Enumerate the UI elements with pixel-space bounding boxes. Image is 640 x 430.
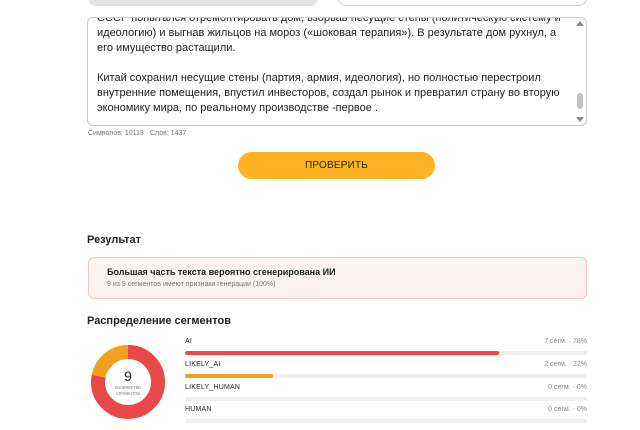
donut-total-caption: количество сегментов: [91, 385, 165, 397]
segment-row-likely-ai: LIKELY_AI 2 сегм. · 22%: [185, 361, 587, 378]
segment-count: 0 сегм. · 0%: [548, 384, 587, 391]
text-input-area[interactable]: СССР попытался отремонтировать дом, взор…: [87, 17, 587, 126]
mode-tab-right[interactable]: [338, 0, 587, 6]
donut-center-label: 9 количество сегментов: [91, 345, 165, 419]
segment-row-ai: AI 7 сегм. · 78%: [185, 338, 587, 355]
segment-bar-fill-likely-ai: [185, 374, 274, 378]
char-word-counter: Символов: 10113 · Слов: 1437: [88, 130, 187, 137]
segment-count: 2 сегм. · 22%: [544, 361, 587, 368]
result-verdict-box: Большая часть текста вероятно сгенериров…: [88, 257, 587, 299]
segment-count: 0 сегм. · 0%: [548, 406, 587, 413]
segment-label: LIKELY_HUMAN: [185, 384, 241, 391]
segment-label: AI: [185, 338, 193, 345]
result-verdict-detail: 9 из 9 сегментов имеют признаки генераци…: [107, 281, 276, 288]
scroll-thumb[interactable]: [577, 93, 583, 109]
segment-bar-track: [185, 351, 587, 355]
text-paragraph-1: идеологию) и выгнав жильцов на мороз («ш…: [97, 27, 557, 54]
scroll-down-arrow-icon[interactable]: [576, 117, 584, 122]
donut-caption-line-2: сегментов: [116, 391, 140, 397]
segment-label: HUMAN: [185, 406, 212, 413]
text-paragraph-2: Китай сохранил несущие стены (партия, ар…: [97, 72, 560, 114]
segment-row-human: HUMAN 0 сегм. · 0%: [185, 406, 587, 423]
segment-bar-track: [185, 397, 587, 401]
donut-total-count: 9: [124, 368, 132, 384]
segment-bar-track: [185, 419, 587, 423]
result-verdict-text: Большая часть текста вероятно сгенериров…: [107, 267, 336, 277]
result-heading: Результат: [87, 234, 142, 246]
text-line-cut: СССР попытался отремонтировать дом, взор…: [97, 17, 561, 24]
scroll-up-arrow-icon[interactable]: [576, 21, 584, 26]
segment-row-likely-human: LIKELY_HUMAN 0 сегм. · 0%: [185, 384, 587, 401]
distribution-heading: Распределение сегментов: [87, 315, 231, 327]
mode-tab-left[interactable]: [88, 0, 318, 6]
segment-bar-track: [185, 374, 587, 378]
check-button[interactable]: ПРОВЕРИТЬ: [238, 152, 435, 179]
segment-bar-fill-ai: [185, 351, 499, 355]
segment-label: LIKELY_AI: [185, 361, 221, 368]
textarea-scrollbar[interactable]: [574, 18, 586, 125]
segment-count: 7 сегм. · 78%: [544, 338, 587, 345]
text-input-content[interactable]: СССР попытался отремонтировать дом, взор…: [88, 18, 572, 125]
